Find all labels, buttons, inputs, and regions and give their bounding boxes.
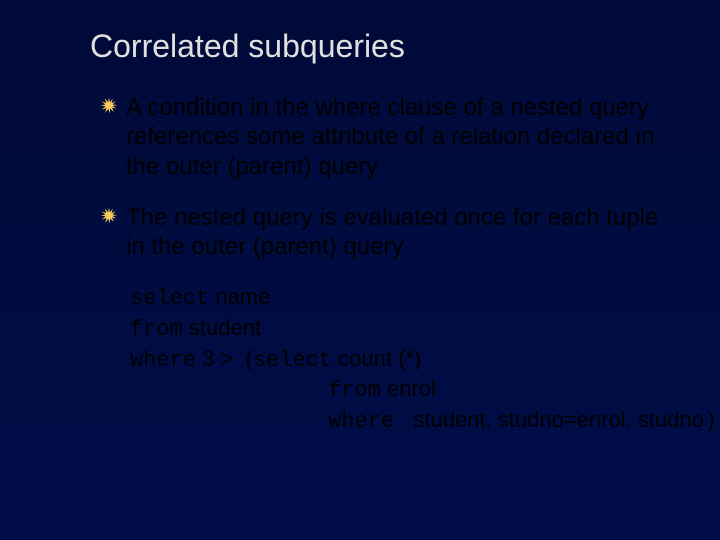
keyword: where [130, 348, 196, 373]
starburst-icon [100, 97, 118, 120]
slide-title: Correlated subqueries [90, 28, 720, 65]
code-text: name [209, 284, 270, 309]
code-line: from enrol [130, 375, 720, 406]
code-text: 3 > ( [196, 346, 253, 371]
keyword: from [130, 317, 183, 342]
slide: Correlated subqueries A condition in the… [0, 0, 720, 540]
bullet-list: A condition in the where clause of a nes… [100, 93, 670, 261]
code-line: where 3 > (select count (*) [130, 345, 720, 376]
starburst-icon [100, 207, 118, 230]
code-text: enrol [381, 376, 436, 401]
keyword: where [328, 409, 407, 434]
keyword: select [253, 348, 332, 373]
sql-code-block: select name from student where 3 > (sele… [130, 283, 720, 436]
list-item: The nested query is evaluated once for e… [100, 203, 670, 262]
code-text: count (*) [332, 346, 421, 371]
code-line: from student [130, 314, 720, 345]
code-text: student. studno=enrol. studno [407, 407, 704, 432]
code-pad [130, 378, 328, 403]
keyword: select [130, 286, 209, 311]
bullet-text: The nested query is evaluated once for e… [126, 203, 670, 262]
code-line: select name [130, 283, 720, 314]
code-line: where student. studno=enrol. studno) [130, 406, 720, 437]
code-text: student [183, 315, 261, 340]
keyword: from [328, 378, 381, 403]
list-item: A condition in the where clause of a nes… [100, 93, 670, 181]
code-text: ) [704, 409, 717, 434]
code-pad [130, 409, 328, 434]
bullet-text: A condition in the where clause of a nes… [126, 93, 670, 181]
